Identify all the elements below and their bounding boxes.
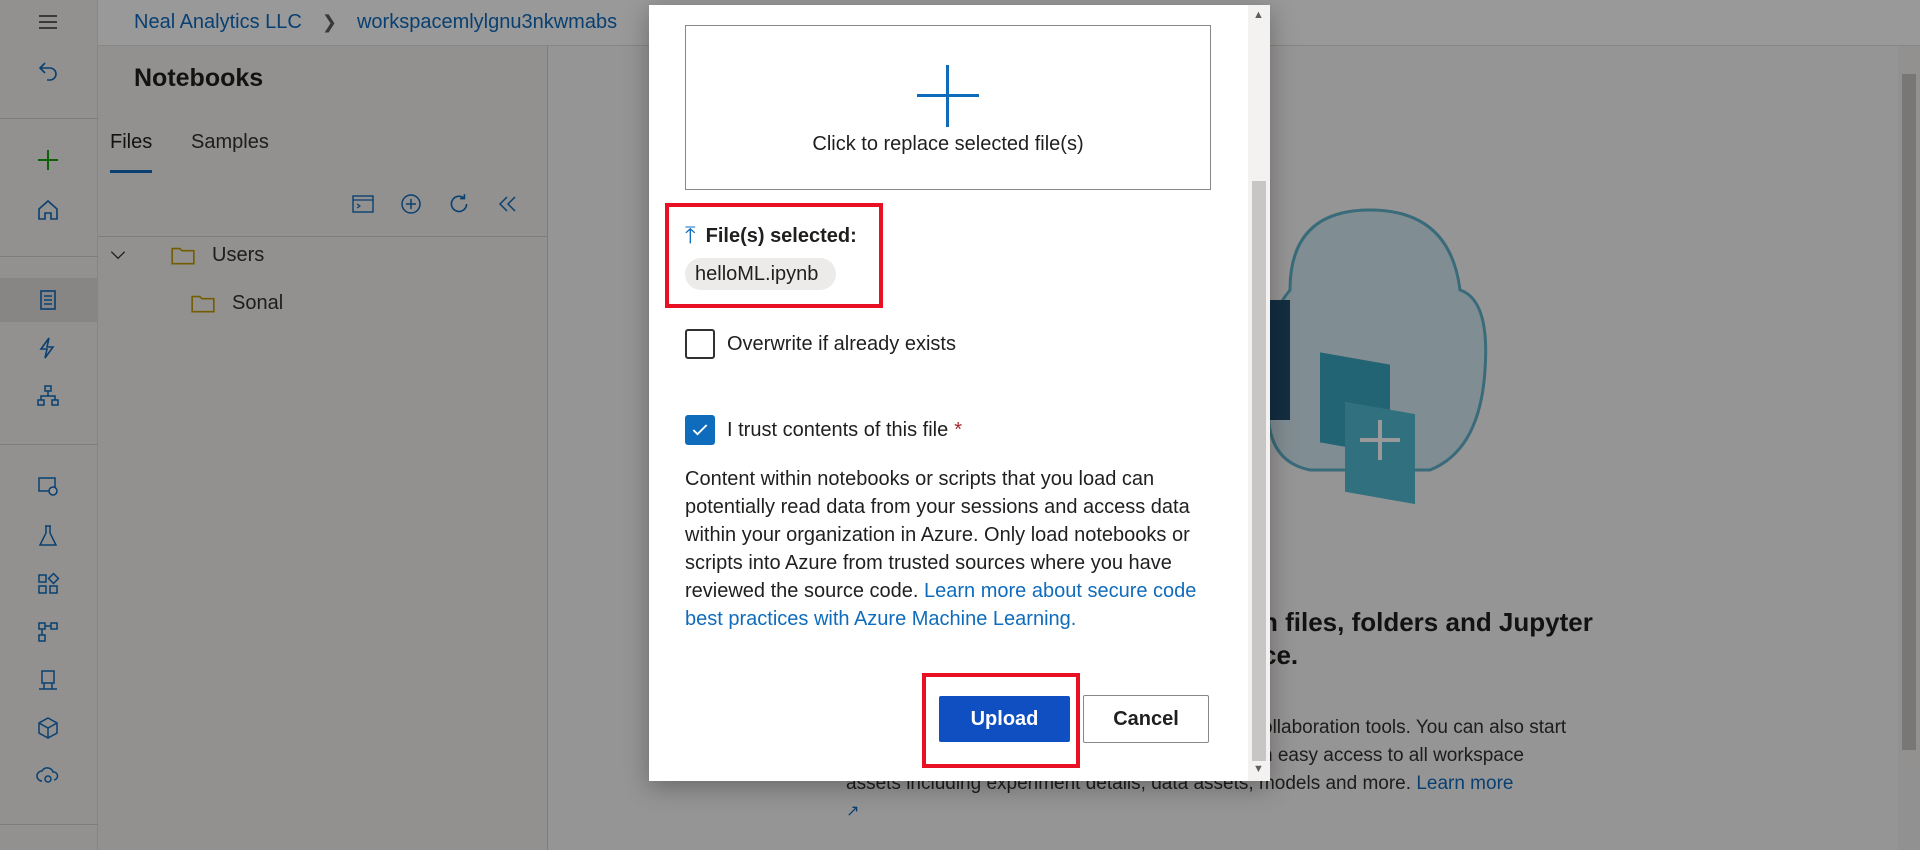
scroll-down-icon[interactable]: ▼ (1253, 763, 1264, 775)
plus-icon (917, 65, 979, 127)
dialog-scrollbar-thumb[interactable] (1252, 181, 1266, 761)
scroll-up-icon[interactable]: ▲ (1253, 9, 1264, 21)
cancel-button[interactable]: Cancel (1083, 695, 1209, 743)
security-notice: Content within notebooks or scripts that… (685, 465, 1205, 633)
files-selected-heading: ⤒ File(s) selected: (685, 222, 857, 250)
required-marker: * (954, 418, 963, 441)
upload-arrow-icon: ⤒ (685, 222, 696, 249)
upload-button[interactable]: Upload (939, 696, 1070, 742)
trust-label: I trust contents of this file (727, 418, 949, 441)
overwrite-checkbox[interactable] (685, 329, 715, 359)
trust-checkbox[interactable] (685, 415, 715, 445)
file-dropzone[interactable]: Click to replace selected file(s) (685, 25, 1211, 190)
overwrite-checkbox-row[interactable]: Overwrite if already exists (685, 329, 956, 359)
trust-checkbox-row[interactable]: I trust contents of this file * (685, 415, 962, 445)
checkmark-icon (692, 424, 708, 436)
selected-file-chip: helloML.ipynb (685, 258, 837, 290)
dialog-scrollbar[interactable]: ▲ ▼ (1248, 5, 1270, 781)
files-selected-label: File(s) selected: (705, 224, 857, 247)
overwrite-label: Overwrite if already exists (727, 332, 956, 355)
upload-files-dialog: Click to replace selected file(s) ⤒ File… (649, 5, 1270, 781)
highlight-selected-files (665, 203, 883, 308)
dropzone-label: Click to replace selected file(s) (812, 133, 1084, 155)
